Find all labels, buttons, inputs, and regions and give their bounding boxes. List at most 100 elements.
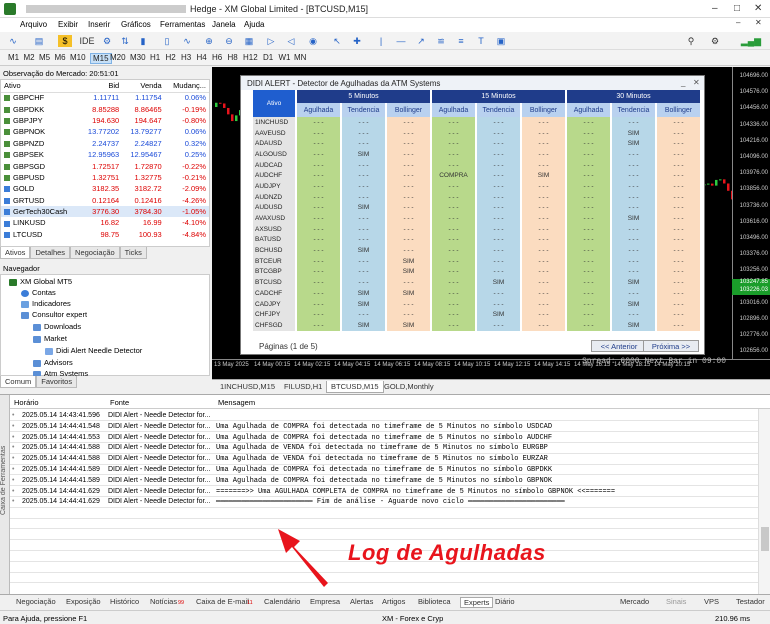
- nav-item-root[interactable]: XM Global MT5: [9, 277, 72, 286]
- timeframe-m10[interactable]: M10: [70, 53, 86, 62]
- timeframe-w1[interactable]: W1: [279, 53, 291, 62]
- toolbox-tab-4[interactable]: Caixa de E-mail: [196, 597, 249, 606]
- algo-trading-icon[interactable]: $: [58, 35, 72, 47]
- toolbox-tab-0[interactable]: Negociação: [16, 597, 56, 606]
- mw-row[interactable]: GBPNZD 2.24737 2.24827 0.32%: [1, 138, 209, 149]
- scrollbar-thumb[interactable]: [761, 527, 769, 551]
- log-row[interactable]: • 2025.05.14 14:44:41.588 DIDI Alert - Nee…: [10, 454, 758, 465]
- mw-row[interactable]: GBPCHF 1.11711 1.11754 0.06%: [1, 92, 209, 103]
- nav-item-contas[interactable]: Contas: [21, 288, 56, 297]
- mw-row[interactable]: LTCUSD 98.75 100.93 -4.84%: [1, 229, 209, 240]
- toolbox-tab-7[interactable]: Alertas: [350, 597, 373, 606]
- mw-row[interactable]: GOLD 3182.35 3182.72 -2.09%: [1, 183, 209, 194]
- col-horario[interactable]: Horário: [14, 398, 39, 407]
- log-row[interactable]: • 2025.05.14 14:44:41.553 DIDI Alert - Nee…: [10, 433, 758, 443]
- toolbox-right-0[interactable]: Mercado: [620, 597, 649, 606]
- chart-type-icon[interactable]: ∿: [6, 35, 20, 47]
- new-order-icon[interactable]: ⚙: [100, 35, 114, 47]
- mw-row[interactable]: GerTech30Cash 3776.30 3784.30 -1.05%: [1, 205, 209, 218]
- mw-col-header[interactable]: Ativo: [1, 80, 80, 93]
- mw-col-header[interactable]: Bid: [79, 80, 123, 93]
- toolbox-tab-9[interactable]: Biblioteca: [418, 597, 451, 606]
- candle-icon[interactable]: ▯: [160, 35, 174, 47]
- log-row[interactable]: • 2025.05.14 14:44:41.629 DIDI Alert - Nee…: [10, 497, 758, 508]
- next-page-button[interactable]: Próxima >>: [643, 340, 699, 352]
- toolbox-tab-6[interactable]: Empresa: [310, 597, 340, 606]
- zoom-in-icon[interactable]: ⊕: [202, 35, 216, 47]
- text-icon[interactable]: T: [474, 35, 488, 47]
- timeframe-h3[interactable]: H3: [181, 53, 191, 62]
- horizontal-line-icon[interactable]: —: [394, 35, 408, 47]
- timeframe-m6[interactable]: M6: [55, 53, 66, 62]
- shapes-icon[interactable]: ▣: [494, 35, 508, 47]
- nav-item-downloads[interactable]: Downloads: [33, 322, 81, 331]
- timeframe-h12[interactable]: H12: [243, 53, 258, 62]
- maximize-icon[interactable]: □: [734, 3, 740, 14]
- toolbox-right-2[interactable]: VPS: [704, 597, 719, 606]
- tab-negociação[interactable]: Negociação: [70, 247, 120, 259]
- new-chart-icon[interactable]: ▤: [32, 35, 46, 47]
- toolbox-tab-3[interactable]: Notícias: [150, 597, 177, 606]
- timeframe-m1[interactable]: M1: [8, 53, 19, 62]
- tab-detalhes[interactable]: Detalhes: [30, 247, 71, 259]
- timeframe-mn[interactable]: MN: [294, 53, 306, 62]
- nav-item-consultor[interactable]: Consultor expert: [21, 310, 87, 319]
- settings-icon[interactable]: ⚙: [708, 35, 722, 47]
- nav-item-market[interactable]: Market: [33, 334, 67, 343]
- menu-ajuda[interactable]: Ajuda: [244, 20, 264, 29]
- tab-ticks[interactable]: Ticks: [119, 247, 147, 259]
- crosshair-icon[interactable]: ✚: [350, 35, 364, 47]
- cursor-icon[interactable]: ↖: [330, 35, 344, 47]
- timeframe-m20[interactable]: M20: [110, 53, 126, 62]
- nav-item-advisors[interactable]: Advisors: [33, 358, 73, 367]
- child-minimize-icon[interactable]: –: [736, 18, 740, 27]
- child-close-icon[interactable]: ✕: [755, 18, 762, 27]
- ide-button[interactable]: IDE: [78, 35, 96, 47]
- toolbox-tab-2[interactable]: Histórico: [110, 597, 139, 606]
- timeframe-d1[interactable]: D1: [263, 53, 273, 62]
- search-icon[interactable]: ⚲: [684, 35, 698, 47]
- log-row[interactable]: • 2025.05.14 14:44:41.589 DIDI Alert - Nee…: [10, 476, 758, 487]
- chart-tab[interactable]: GOLD,Monthly: [380, 381, 438, 392]
- menu-exibir[interactable]: Exibir: [58, 20, 78, 29]
- screenshot-icon[interactable]: ◉: [306, 35, 320, 47]
- toolbox-tab-5[interactable]: Calendário: [264, 597, 300, 606]
- line-chart-icon[interactable]: ∿: [180, 35, 194, 47]
- col-fonte[interactable]: Fonte: [110, 398, 129, 407]
- close-icon[interactable]: ✕: [754, 3, 762, 14]
- nav-item-indicadores[interactable]: Indicadores: [21, 299, 71, 308]
- tab-favoritos[interactable]: Favoritos: [36, 376, 78, 388]
- chart-tab[interactable]: 1INCHUSD,M15: [216, 381, 279, 392]
- menu-graficos[interactable]: Gráficos: [121, 20, 151, 29]
- mw-row[interactable]: GBPSEK 12.95963 12.95467 0.25%: [1, 149, 209, 160]
- chart-tab-active[interactable]: BTCUSD,M15: [326, 381, 384, 393]
- mw-col-header[interactable]: Venda: [122, 80, 165, 93]
- mw-row[interactable]: GBPNOK 13.77202 13.79277 0.06%: [1, 126, 209, 137]
- minimize-icon[interactable]: –: [712, 3, 718, 14]
- toolbox-right-1[interactable]: Sinais: [666, 597, 686, 606]
- timeframe-m2[interactable]: M2: [24, 53, 35, 62]
- log-row[interactable]: • 2025.05.14 14:44:41.589 DIDI Alert - Nee…: [10, 465, 758, 476]
- channel-icon[interactable]: ≌: [434, 35, 448, 47]
- menu-arquivo[interactable]: Arquivo: [20, 20, 47, 29]
- chart-tab[interactable]: FILUSD,H1: [280, 381, 326, 392]
- menu-inserir[interactable]: Inserir: [88, 20, 110, 29]
- log-row[interactable]: • 2025.05.14 14:44:41.588 DIDI Alert - Nee…: [10, 443, 758, 454]
- chart-shift-icon[interactable]: ◁: [284, 35, 298, 47]
- vertical-line-icon[interactable]: |: [374, 35, 388, 47]
- tile-windows-icon[interactable]: ▦: [242, 35, 256, 47]
- timeframe-h4[interactable]: H4: [197, 53, 207, 62]
- bar-chart-icon[interactable]: ▮: [136, 35, 150, 47]
- mw-row[interactable]: GRTUSD 0.12164 0.12416 -4.26%: [1, 195, 209, 206]
- dialog-close-icon[interactable]: ✕: [693, 78, 700, 87]
- menu-janela[interactable]: Janela: [212, 20, 236, 29]
- trendline-icon[interactable]: ↗: [414, 35, 428, 47]
- prev-page-button[interactable]: << Anterior: [591, 340, 647, 352]
- mw-row[interactable]: LINKUSD 16.82 16.99 -4.10%: [1, 217, 209, 228]
- log-row[interactable]: • 2025.05.14 14:43:41.596 DIDI Alert - Nee…: [10, 411, 758, 422]
- timeframe-m30[interactable]: M30: [130, 53, 146, 62]
- fibo-icon[interactable]: ≡: [454, 35, 468, 47]
- log-scrollbar[interactable]: [758, 409, 770, 595]
- toolbox-tab-1[interactable]: Exposição: [66, 597, 101, 606]
- timeframe-h8[interactable]: H8: [228, 53, 238, 62]
